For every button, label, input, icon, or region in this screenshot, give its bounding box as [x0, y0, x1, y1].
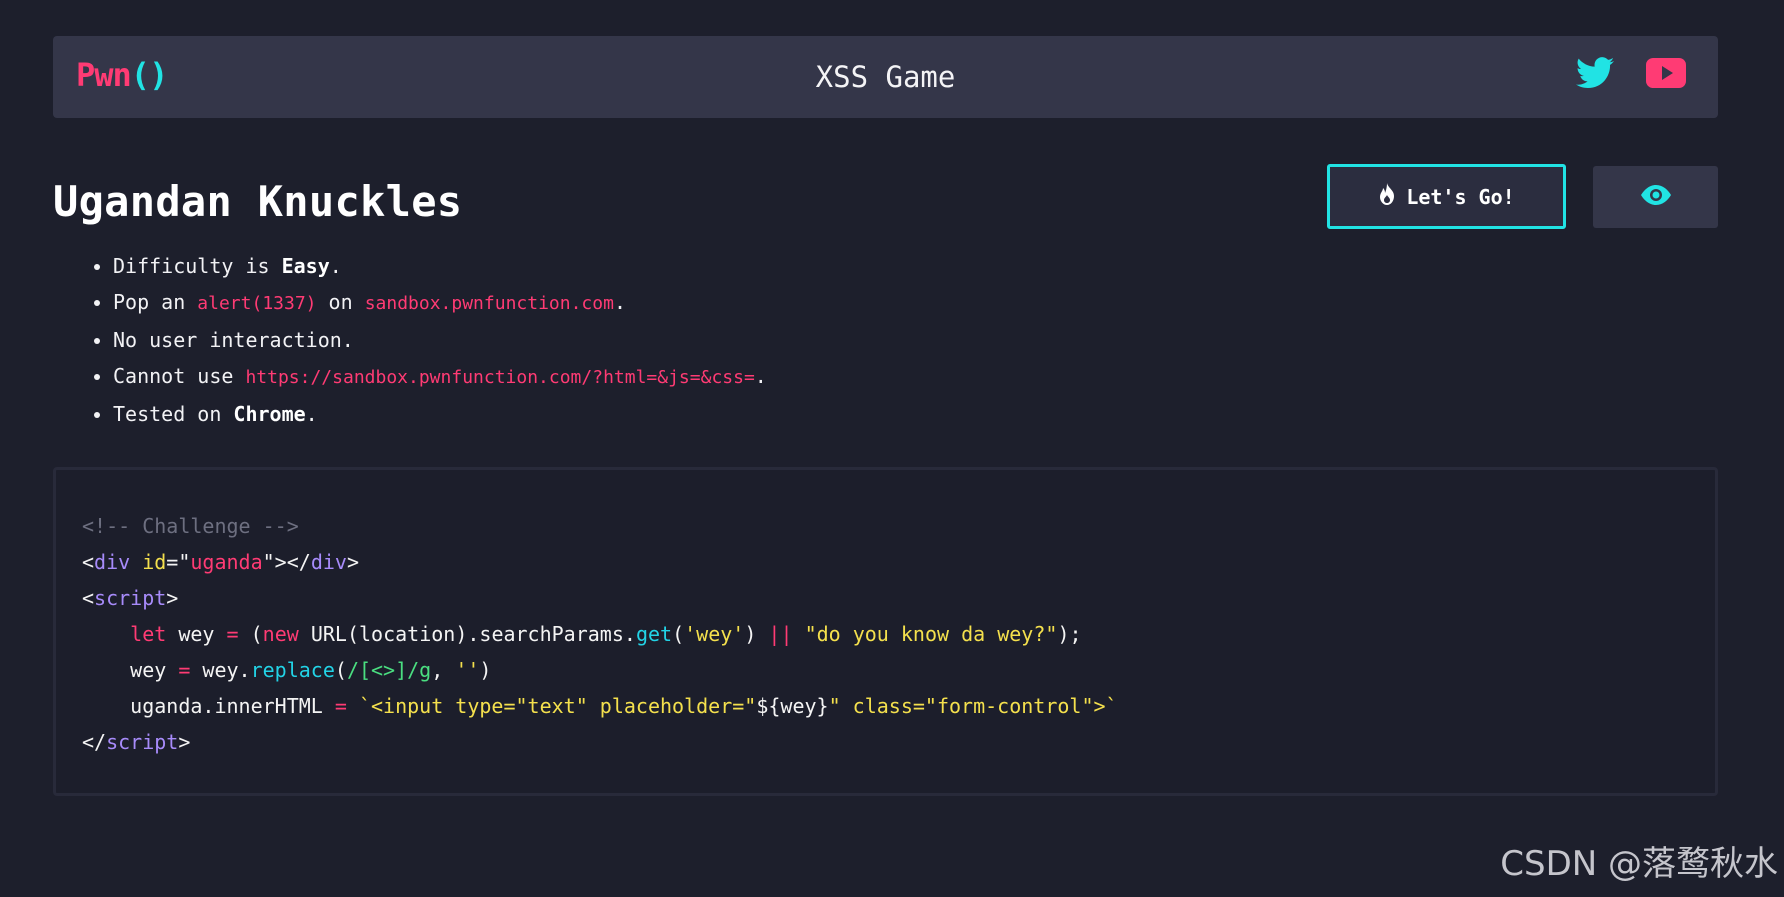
code-token: get [635, 622, 673, 646]
code-token: > [178, 730, 191, 754]
code-token: wey [166, 622, 227, 646]
lets-go-button[interactable]: Let's Go! [1327, 164, 1566, 229]
code-token: div [310, 550, 347, 574]
code-token: URL(location).searchParams. [298, 622, 636, 646]
fire-icon [1378, 183, 1396, 210]
browser-value: Chrome [233, 402, 306, 426]
code-token: /[<>]/g [346, 658, 432, 682]
rule-suffix: . [613, 290, 626, 314]
code-token: '' [455, 658, 480, 682]
youtube-icon[interactable] [1646, 58, 1686, 92]
code-token: = [334, 694, 347, 718]
code-line: <!-- Challenge --> [82, 508, 1715, 544]
rule-text: on [316, 290, 365, 314]
code-token: id [130, 550, 167, 574]
code-token: = [178, 658, 191, 682]
code-line: uganda.innerHTML = `<input type="text" p… [82, 688, 1715, 724]
view-solution-button[interactable] [1593, 166, 1718, 228]
rule-difficulty: Difficulty is Easy. [113, 248, 767, 284]
code-token: ${wey} [756, 694, 829, 718]
rule-text: Pop an [113, 290, 198, 314]
rule-restriction: Cannot use https://sandbox.pwnfunction.c… [113, 358, 767, 396]
rule-browser: Tested on Chrome. [113, 396, 767, 432]
code-token: = [226, 622, 239, 646]
challenge-rules: Difficulty is Easy. Pop an alert(1337) o… [53, 248, 767, 432]
code-token: || [768, 622, 793, 646]
code-token: > [166, 586, 179, 610]
code-token: replace [250, 658, 335, 682]
code-token: uganda [190, 550, 263, 574]
sandbox-domain: sandbox.pwnfunction.com [364, 293, 614, 314]
twitter-icon[interactable] [1576, 57, 1614, 93]
code-token: ( [238, 622, 263, 646]
site-title: XSS Game [815, 60, 956, 94]
rule-suffix: . [329, 254, 342, 278]
eye-icon [1640, 185, 1671, 209]
lets-go-label: Let's Go! [1406, 184, 1515, 209]
code-token: > [346, 550, 359, 574]
code-token: div [94, 550, 131, 574]
rule-text: Cannot use [113, 364, 246, 388]
code-token: wey. [190, 658, 251, 682]
code-token: script [106, 730, 179, 754]
code-token: </ [82, 730, 107, 754]
code-token: ) [479, 658, 492, 682]
code-line: <div id="uganda"></div> [82, 544, 1715, 580]
rule-text: Tested on [113, 402, 234, 426]
rule-interaction: No user interaction. [113, 322, 767, 358]
code-line: </script> [82, 724, 1715, 760]
code-token: ); [1057, 622, 1082, 646]
navbar: Pwn() XSS Game [53, 36, 1718, 118]
code-token: =" [166, 550, 191, 574]
watermark: CSDN @落鹜秋水 [1500, 844, 1778, 884]
code-token: uganda.innerHTML [82, 694, 335, 718]
code-token: , [431, 658, 456, 682]
code-token: 'wey' [684, 622, 745, 646]
code-token: < [82, 586, 95, 610]
code-token: ( [334, 658, 347, 682]
code-token: script [94, 586, 167, 610]
rule-text: No user interaction. [113, 328, 354, 352]
rule-suffix: . [754, 364, 767, 388]
code-line: let wey = (new URL(location).searchParam… [82, 616, 1715, 652]
social-links [1576, 57, 1686, 93]
code-token: ) [744, 622, 769, 646]
code-token: < [82, 550, 95, 574]
code-comment: <!-- Challenge --> [82, 514, 299, 538]
code-token: new [262, 622, 299, 646]
code-line: wey = wey.replace(/[<>]/g, '') [82, 652, 1715, 688]
code-token: wey [82, 658, 179, 682]
alert-code: alert(1337) [197, 293, 317, 314]
challenge-title: Ugandan Knuckles [53, 177, 463, 226]
rule-suffix: . [305, 402, 318, 426]
code-token: "></ [262, 550, 311, 574]
challenge-code-block: <!-- Challenge --> <div id="uganda"></di… [53, 467, 1718, 796]
code-token: " class="form-control">` [828, 694, 1118, 718]
rule-text: Difficulty is [113, 254, 282, 278]
code-token: `<input type="text" placeholder=" [358, 694, 757, 718]
restricted-url: https://sandbox.pwnfunction.com/?html=&j… [245, 367, 755, 388]
code-token: let [130, 622, 167, 646]
rule-goal: Pop an alert(1337) on sandbox.pwnfunctio… [113, 284, 767, 322]
difficulty-value: Easy [281, 254, 330, 278]
code-line: <script> [82, 580, 1715, 616]
code-token: ( [672, 622, 685, 646]
code-token: "do you know da wey?" [804, 622, 1058, 646]
